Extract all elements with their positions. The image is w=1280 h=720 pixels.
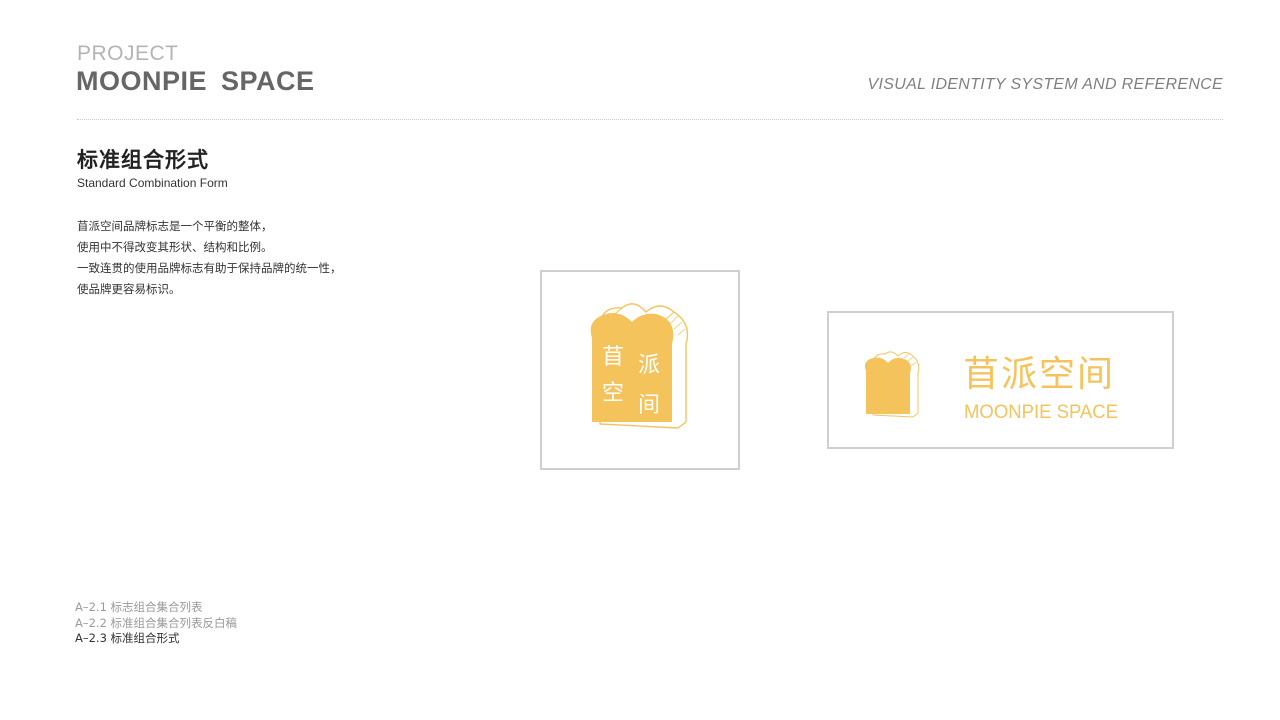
- logo-english-name: MOONPIE SPACE: [964, 402, 1118, 423]
- horizontal-logo-frame: 苜派空间 MOONPIE SPACE: [827, 311, 1174, 449]
- logo-chinese-name: 苜派空间: [963, 354, 1115, 395]
- description-line: 一致连贯的使用品牌标志有助于保持品牌的统一性，: [77, 261, 342, 275]
- nav-item[interactable]: A–2.2 标准组合集合列表反白稿: [75, 616, 237, 632]
- vertical-logo-frame: 苜 派 空 间: [540, 270, 740, 470]
- description-line: 苜派空间品牌标志是一个平衡的整体，: [77, 219, 273, 233]
- nav-item[interactable]: A–2.1 标志组合集合列表: [75, 600, 237, 616]
- project-label: PROJECT: [77, 42, 179, 65]
- section-subtitle: Standard Combination Form: [77, 176, 228, 190]
- horizontal-logo: 苜派空间 MOONPIE SPACE: [864, 351, 1118, 423]
- document-title: VISUAL IDENTITY SYSTEM AND REFERENCE: [867, 76, 1223, 93]
- logo-char: 派: [638, 353, 660, 378]
- section-title: 标准组合形式: [77, 148, 209, 172]
- vertical-logo: 苜 派 空 间: [590, 303, 689, 429]
- header-divider: [77, 119, 1223, 120]
- description-line: 使用中不得改变其形状、结构和比例。: [77, 240, 273, 254]
- section-nav: A–2.1 标志组合集合列表 A–2.2 标准组合集合列表反白稿 A–2.3 标…: [75, 600, 237, 647]
- project-name: MOONPIE SPACE: [76, 66, 315, 96]
- nav-item-active[interactable]: A–2.3 标准组合形式: [75, 631, 237, 647]
- logo-char: 空: [602, 381, 624, 406]
- description-line: 使品牌更容易标识。: [77, 282, 181, 296]
- logo-char: 苜: [602, 345, 624, 370]
- section-description: 苜派空间品牌标志是一个平衡的整体， 使用中不得改变其形状、结构和比例。 一致连贯…: [77, 216, 397, 300]
- toast-bread-icon: [864, 351, 920, 418]
- logo-char: 间: [638, 393, 660, 418]
